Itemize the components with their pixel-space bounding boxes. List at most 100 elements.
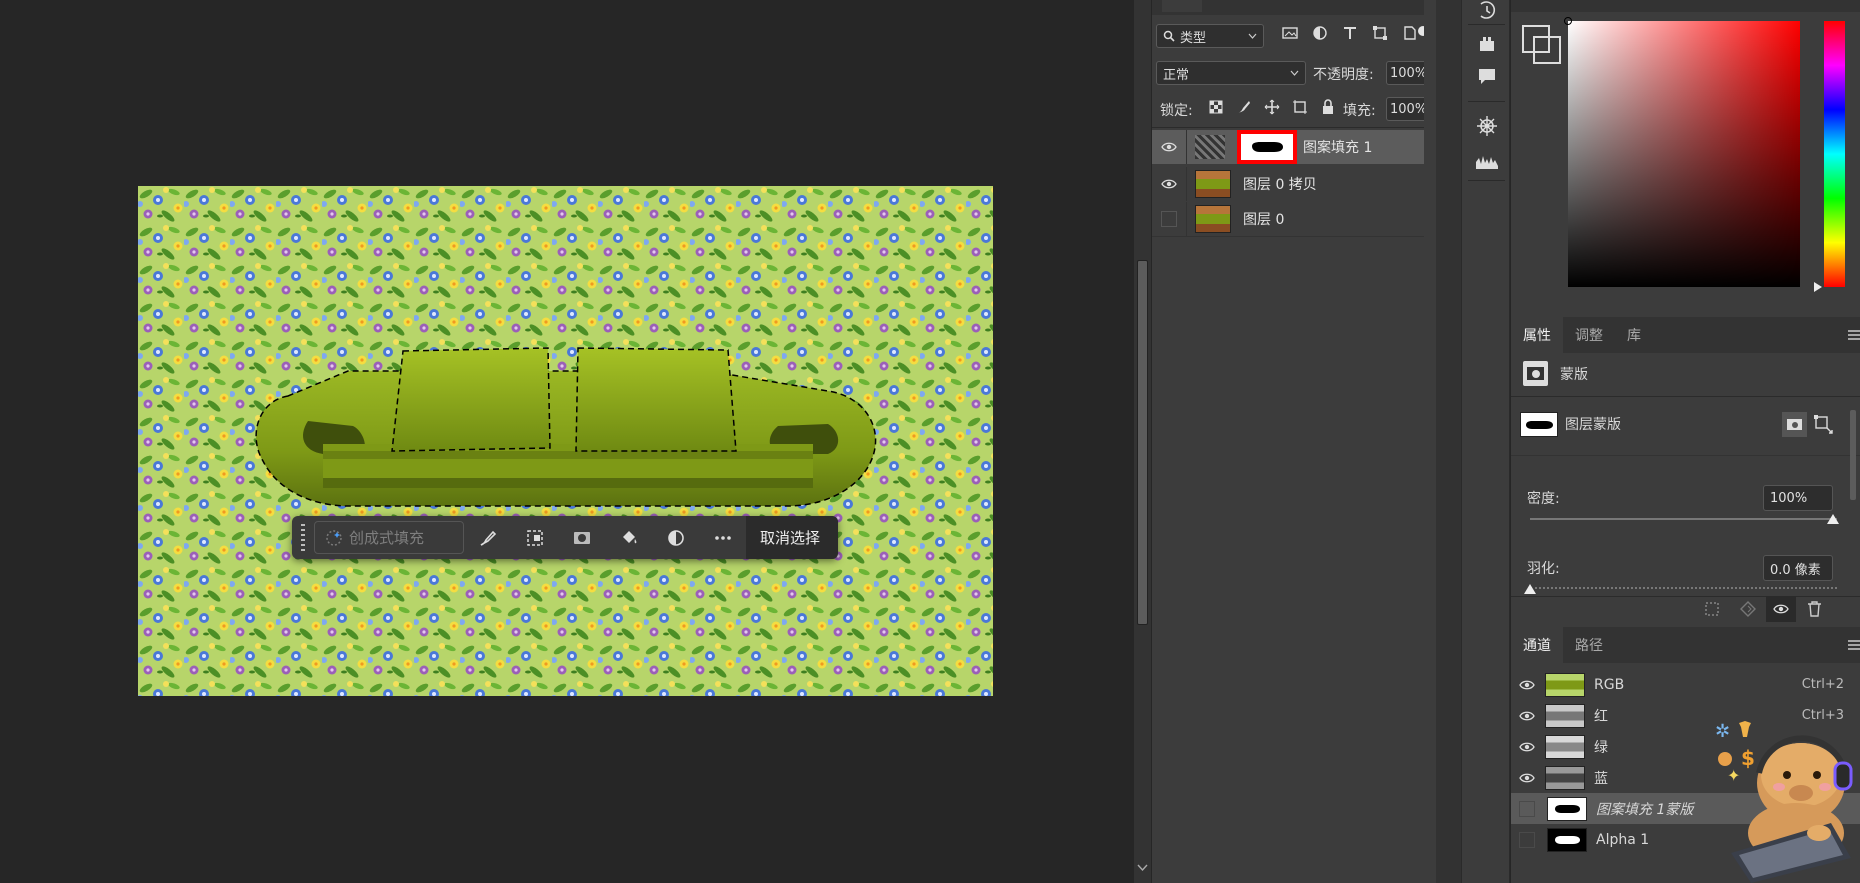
plugin-icon[interactable]	[1477, 33, 1497, 53]
feather-slider-handle-icon[interactable]	[1524, 584, 1536, 594]
feather-slider-track[interactable]	[1530, 587, 1837, 589]
scroll-down-icon[interactable]	[1137, 864, 1148, 872]
visibility-eye-icon[interactable]	[1519, 680, 1535, 690]
adjustment-icon[interactable]	[652, 516, 699, 559]
tab-layers[interactable]	[1162, 0, 1202, 12]
channel-row[interactable]: RGB Ctrl+2	[1511, 669, 1860, 700]
panel-icon-strip	[1461, 0, 1510, 883]
lock-all-icon[interactable]	[1320, 99, 1336, 115]
svg-text:$: $	[1741, 746, 1755, 770]
generative-fill-label: 创成式填充	[349, 529, 425, 547]
opacity-value: 100%	[1390, 65, 1428, 81]
more-icon[interactable]	[699, 516, 746, 559]
paint-bucket-icon[interactable]	[605, 516, 652, 559]
document-canvas[interactable]	[138, 186, 993, 696]
visibility-eye-icon[interactable]	[1519, 742, 1535, 752]
divider	[1511, 455, 1860, 456]
layer-row[interactable]: 图层 0	[1152, 202, 1436, 236]
capybara-sticker-icon: ✲ $ ✦	[1715, 721, 1853, 883]
panel-menu-icon[interactable]	[1848, 640, 1860, 650]
properties-scrollbar-thumb[interactable]	[1850, 410, 1856, 500]
channel-thumbnail	[1545, 703, 1585, 728]
visibility-eye-icon[interactable]	[1152, 167, 1187, 201]
svg-text:✦: ✦	[1727, 766, 1740, 785]
tab-adjustments[interactable]: 调整	[1563, 317, 1615, 353]
select-pixel-mask-button[interactable]	[1782, 412, 1807, 437]
fill-label: 填充:	[1343, 103, 1376, 119]
visibility-eye-icon[interactable]	[1519, 711, 1535, 721]
visibility-eye-icon[interactable]	[1519, 773, 1535, 783]
tab-paths[interactable]: 路径	[1563, 627, 1615, 663]
adjustment-filter-icon[interactable]	[1312, 25, 1328, 41]
hue-slider[interactable]	[1824, 21, 1845, 287]
channels-tabbar: 通道 路径	[1511, 627, 1860, 663]
density-slider-track[interactable]	[1530, 518, 1837, 520]
divider	[1152, 127, 1436, 128]
drag-handle-icon[interactable]	[296, 523, 310, 553]
divider	[1511, 596, 1860, 597]
channel-thumbnail	[1545, 734, 1585, 759]
vector-mask-icon[interactable]	[1813, 414, 1833, 434]
blend-mode-value: 正常	[1163, 67, 1190, 83]
type-filter-icon[interactable]	[1342, 25, 1358, 41]
select-subject-icon[interactable]	[511, 516, 558, 559]
visibility-toggle-empty[interactable]	[1519, 831, 1535, 848]
mask-visibility-button[interactable]	[1766, 596, 1796, 622]
channel-name: 蓝	[1594, 770, 1608, 787]
visibility-toggle-empty[interactable]	[1519, 800, 1535, 817]
tab-libraries[interactable]: 库	[1615, 317, 1653, 353]
blend-mode-dropdown[interactable]: 正常	[1156, 61, 1306, 85]
lock-position-icon[interactable]	[1264, 99, 1280, 115]
density-value: 100%	[1770, 490, 1808, 506]
lock-label: 锁定:	[1160, 103, 1193, 119]
hue-slider-handle-icon[interactable]	[1814, 282, 1822, 292]
history-icon[interactable]	[1477, 0, 1497, 20]
layer-row[interactable]: 图层 0 拷贝	[1152, 167, 1436, 201]
generative-fill-button[interactable]: 创成式填充	[314, 521, 464, 554]
layer-row[interactable]: 图案填充 1	[1152, 130, 1436, 164]
eye-icon	[1773, 604, 1789, 614]
search-icon	[1163, 30, 1175, 42]
apply-mask-icon[interactable]	[1740, 601, 1756, 617]
panel-menu-icon[interactable]	[1848, 330, 1860, 340]
delete-mask-icon[interactable]	[1807, 601, 1822, 617]
load-selection-icon[interactable]	[1704, 601, 1720, 617]
shape-filter-icon[interactable]	[1372, 25, 1388, 41]
color-cursor-icon[interactable]	[1564, 17, 1572, 25]
smart-object-filter-icon[interactable]	[1402, 25, 1418, 41]
density-slider-handle-icon[interactable]	[1827, 514, 1839, 524]
channel-name: 图案填充 1蒙版	[1596, 801, 1694, 818]
lock-artboard-icon[interactable]	[1292, 99, 1308, 115]
tab-channels[interactable]: 通道	[1511, 627, 1563, 663]
layer-mask-thumbnail[interactable]	[1237, 130, 1297, 164]
visibility-eye-icon[interactable]	[1152, 130, 1187, 164]
section-label: 蒙版	[1560, 367, 1588, 383]
scrollbar-thumb[interactable]	[1137, 260, 1148, 625]
density-field[interactable]: 100%	[1763, 485, 1833, 511]
generative-fill-icon	[326, 529, 342, 546]
deselect-button[interactable]: 取消选择	[746, 516, 839, 559]
foreground-color-swatch[interactable]	[1522, 25, 1550, 53]
filter-icons	[1282, 25, 1418, 41]
tab-properties[interactable]: 属性	[1511, 317, 1563, 353]
canvas-scrollbar[interactable]	[1134, 0, 1151, 883]
feather-field[interactable]: 0.0 像素	[1763, 555, 1833, 581]
visibility-toggle-empty[interactable]	[1152, 202, 1187, 236]
layers-scrollbar[interactable]	[1424, 0, 1436, 883]
contextual-taskbar[interactable]: 创成式填充 取消选择	[292, 516, 839, 559]
layer-mask-label: 图层蒙版	[1565, 417, 1621, 433]
color-field[interactable]	[1564, 17, 1800, 287]
feather-label: 羽化:	[1527, 561, 1560, 577]
brush-icon[interactable]	[464, 516, 511, 559]
comments-icon[interactable]	[1477, 66, 1497, 86]
lock-transparent-icon[interactable]	[1208, 99, 1224, 115]
divider	[1511, 396, 1860, 397]
pixel-filter-icon[interactable]	[1282, 25, 1298, 41]
navigator-wheel-icon[interactable]	[1476, 115, 1498, 137]
canvas-area[interactable]: 创成式填充 取消选择	[0, 0, 1134, 883]
filter-dropdown[interactable]: 类型	[1156, 24, 1264, 48]
layer-name: 图层 0	[1243, 212, 1285, 228]
lock-pixels-icon[interactable]	[1236, 99, 1252, 115]
mask-icon[interactable]	[558, 516, 605, 559]
histogram-icon[interactable]	[1475, 152, 1499, 170]
